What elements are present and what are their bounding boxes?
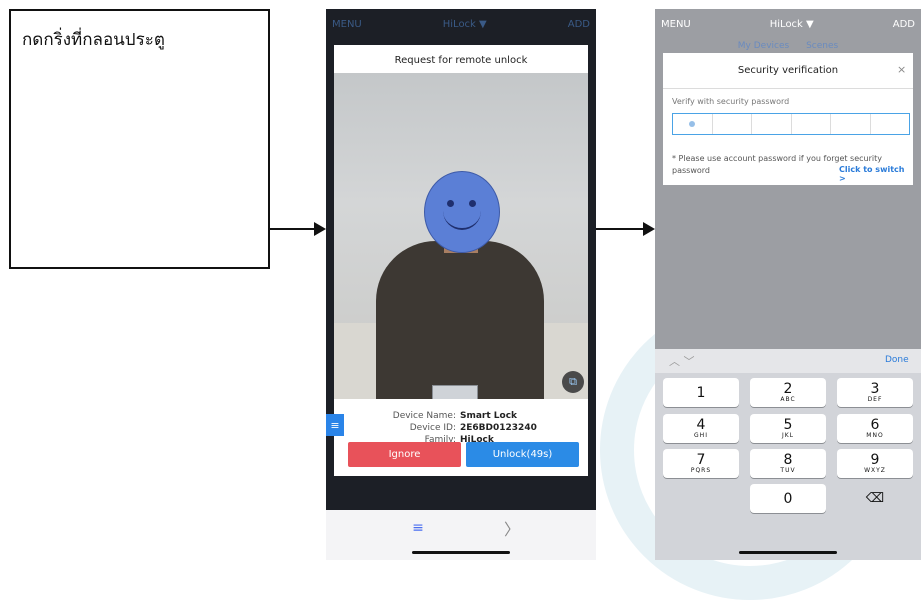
device-name-value: Smart Lock bbox=[460, 411, 518, 421]
unlock-request-title: Request for remote unlock bbox=[394, 55, 528, 66]
list-menu-icon[interactable]: ≡ bbox=[408, 520, 428, 536]
password-digit-1[interactable] bbox=[673, 114, 713, 134]
key-4[interactable]: 4 GHI bbox=[663, 414, 739, 443]
key-0[interactable]: 0 bbox=[750, 484, 826, 513]
visitor-body bbox=[376, 241, 544, 399]
security-password-input[interactable] bbox=[672, 113, 910, 135]
device-id-value: 2E6BD0123240 bbox=[460, 423, 537, 433]
password-digit-5[interactable] bbox=[831, 114, 871, 134]
key-9[interactable]: 9 WXYZ bbox=[837, 449, 913, 478]
password-digit-6[interactable] bbox=[871, 114, 910, 134]
tab-scenes[interactable]: Scenes bbox=[806, 41, 838, 51]
app-topbar: MENU HiLock ▼ ADD bbox=[655, 9, 921, 39]
password-digit-3[interactable] bbox=[752, 114, 792, 134]
security-verification-dialog: Security verification × Verify with secu… bbox=[663, 53, 913, 185]
smiley-left-eye bbox=[447, 200, 454, 207]
password-dot bbox=[689, 121, 696, 127]
chevron-right-icon[interactable]: 〉 bbox=[504, 516, 520, 540]
dialog-title: Security verification bbox=[737, 65, 839, 76]
numeric-keyboard: ︿ ﹀ Done 1 2 ABC 3 DEF 4 GHI 5 JKL 6 MNO 7 PQR… bbox=[655, 349, 921, 560]
tab-my-devices[interactable]: My Devices bbox=[738, 41, 789, 51]
key-3[interactable]: 3 DEF bbox=[837, 378, 913, 407]
keyboard-nav-arrows-icon[interactable]: ︿ ﹀ bbox=[669, 353, 695, 369]
ignore-button[interactable]: Ignore bbox=[348, 442, 461, 467]
key-7[interactable]: 7 PQRS bbox=[663, 449, 739, 478]
password-digit-2[interactable] bbox=[713, 114, 752, 134]
home-indicator bbox=[739, 551, 837, 554]
add-button[interactable]: ADD bbox=[893, 19, 915, 30]
menu-button[interactable]: MENU bbox=[661, 19, 691, 30]
phone-remote-unlock-screen: MENU HiLock ▼ ADD Request for remote unl… bbox=[326, 9, 596, 560]
add-button[interactable]: ADD bbox=[568, 19, 590, 30]
key-2[interactable]: 2 ABC bbox=[750, 378, 826, 407]
close-icon[interactable]: × bbox=[897, 63, 906, 76]
arrow-line-1 bbox=[270, 228, 316, 230]
key-6[interactable]: 6 MNO bbox=[837, 414, 913, 443]
menu-button[interactable]: MENU bbox=[332, 19, 362, 30]
snapshot-icon[interactable]: ⧉ bbox=[562, 371, 584, 393]
app-topbar: MENU HiLock ▼ ADD bbox=[326, 9, 596, 39]
arrow-head-1 bbox=[314, 222, 326, 236]
password-digit-4[interactable] bbox=[792, 114, 831, 134]
doorbell-camera-image: ⧉ bbox=[334, 73, 588, 399]
smiley-mouth bbox=[443, 208, 481, 230]
key-1[interactable]: 1 bbox=[663, 378, 739, 407]
arrow-line-2 bbox=[596, 228, 644, 230]
key-5[interactable]: 5 JKL bbox=[750, 414, 826, 443]
visitor-phone bbox=[432, 385, 478, 399]
app-title[interactable]: HiLock ▼ bbox=[770, 19, 814, 30]
instruction-text: กดกริ่งที่กลอนประตู bbox=[22, 30, 165, 50]
click-to-switch-link[interactable]: Click to switch > bbox=[839, 165, 913, 183]
side-menu-icon[interactable]: ≡ bbox=[326, 414, 344, 436]
app-title[interactable]: HiLock ▼ bbox=[443, 19, 487, 30]
device-id-row: Device ID: 2E6BD0123240 bbox=[334, 423, 588, 433]
backspace-icon[interactable]: ⌫ bbox=[837, 484, 913, 513]
home-indicator bbox=[412, 551, 510, 554]
keyboard-toolbar bbox=[655, 349, 921, 373]
face-blur-smiley-icon bbox=[424, 171, 500, 253]
smiley-right-eye bbox=[469, 200, 476, 207]
device-name-row: Device Name: Smart Lock bbox=[334, 411, 588, 421]
dialog-divider bbox=[663, 88, 913, 89]
device-id-label: Device ID: bbox=[409, 423, 456, 433]
verify-label: Verify with security password bbox=[672, 97, 790, 106]
phone-security-verification-screen: MENU HiLock ▼ ADD My Devices Scenes Secu… bbox=[655, 9, 921, 560]
keyboard-done-button[interactable]: Done bbox=[885, 355, 909, 365]
unlock-button[interactable]: Unlock(49s) bbox=[466, 442, 579, 467]
arrow-head-2 bbox=[643, 222, 655, 236]
key-8[interactable]: 8 TUV bbox=[750, 449, 826, 478]
unlock-request-card: Request for remote unlock ⧉ Device Name:… bbox=[334, 45, 588, 476]
device-name-label: Device Name: bbox=[392, 411, 456, 421]
